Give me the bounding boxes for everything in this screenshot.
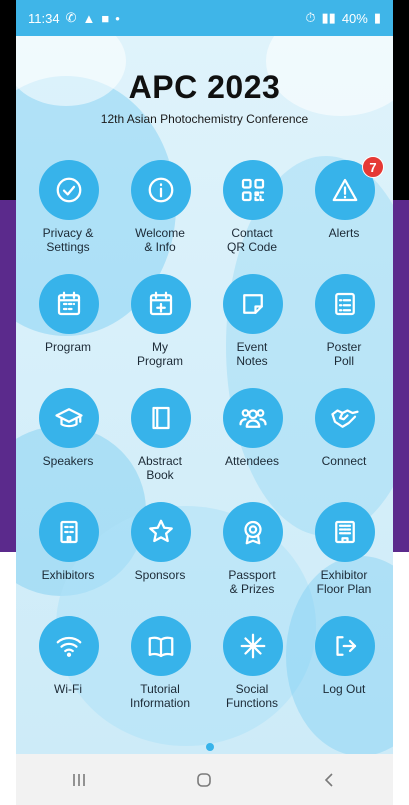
open-book-icon <box>131 616 191 676</box>
building-icon <box>39 502 99 562</box>
tile-label: Abstract Book <box>137 454 182 482</box>
info-icon <box>131 160 191 220</box>
tile-exhibitors[interactable]: Exhibitors <box>22 502 114 612</box>
tile-program[interactable]: Program <box>22 274 114 384</box>
tile-label: Exhibitor Floor Plan <box>316 568 372 596</box>
tile-label: Connect <box>321 454 367 468</box>
tile-contact-qr-code[interactable]: Contact QR Code <box>206 160 298 270</box>
sticky-note-icon <box>223 274 283 334</box>
app-home: APC 2023 12th Asian Photochemistry Confe… <box>16 36 393 754</box>
recents-button[interactable] <box>49 760 109 800</box>
tile-label: Exhibitors <box>41 568 95 582</box>
tile-label: Welcome & Info <box>135 226 185 254</box>
tile-label: Speakers <box>42 454 94 468</box>
tile-attendees[interactable]: Attendees <box>206 388 298 498</box>
tile-social-functions[interactable]: Social Functions <box>206 616 298 726</box>
ring-icon: ▲ <box>82 10 96 26</box>
list-icon <box>315 274 375 334</box>
dot-icon: • <box>115 10 120 26</box>
star-icon <box>131 502 191 562</box>
tile-my-program[interactable]: My Program <box>114 274 206 384</box>
tile-welcome-info[interactable]: Welcome & Info <box>114 160 206 270</box>
tile-label: Contact QR Code <box>226 226 278 254</box>
tile-label: Program <box>44 340 91 354</box>
tile-label: Social Functions <box>225 682 279 710</box>
calendar-grid-icon <box>39 274 99 334</box>
tile-privacy-settings[interactable]: Privacy & Settings <box>22 160 114 270</box>
alarm-icon: ⏱ <box>305 10 316 25</box>
check-circle-icon <box>39 160 99 220</box>
sparkle-icon <box>223 616 283 676</box>
tile-connect[interactable]: Connect <box>298 388 390 498</box>
tile-label: Poster Poll <box>326 340 362 368</box>
tile-speakers[interactable]: Speakers <box>22 388 114 498</box>
tile-poster-poll[interactable]: Poster Poll <box>298 274 390 384</box>
tile-passport-prizes[interactable]: Passport & Prizes <box>206 502 298 612</box>
phone-screen: 11:34 ✆ ▲ ■ • ⏱ ▮▮ 40% ▮ APC 2023 12th A… <box>16 0 393 805</box>
app-subtitle: 12th Asian Photochemistry Conference <box>100 112 309 126</box>
status-right: ⏱ ▮▮ 40% ▮ <box>305 10 381 26</box>
home-button[interactable] <box>174 760 234 800</box>
graduation-cap-icon <box>39 388 99 448</box>
whatsapp-icon: ✆ <box>65 10 77 25</box>
alerts-count-badge: 7 <box>362 156 384 178</box>
status-left: 11:34 ✆ ▲ ■ • <box>28 10 120 26</box>
tile-event-notes[interactable]: Event Notes <box>206 274 298 384</box>
tile-abstract-book[interactable]: Abstract Book <box>114 388 206 498</box>
battery-level: 40% <box>341 10 368 26</box>
tile-label: Passport & Prizes <box>228 568 276 596</box>
tile-label: Alerts <box>328 226 360 240</box>
tile-alerts[interactable]: 7 Alerts <box>298 156 390 270</box>
wifi-icon <box>39 616 99 676</box>
qr-code-icon <box>223 160 283 220</box>
tile-label: Tutorial Information <box>129 682 191 710</box>
tile-log-out[interactable]: Log Out <box>298 616 390 726</box>
tile-label: Attendees <box>224 454 280 468</box>
floor-plan-icon <box>315 502 375 562</box>
app-header: APC 2023 12th Asian Photochemistry Confe… <box>16 68 393 126</box>
android-nav-bar <box>16 754 393 805</box>
gallery-icon: ■ <box>101 10 110 26</box>
status-bar: 11:34 ✆ ▲ ■ • ⏱ ▮▮ 40% ▮ <box>16 0 393 36</box>
tile-label: Event Notes <box>236 340 268 368</box>
status-time: 11:34 <box>28 10 60 26</box>
book-icon <box>131 388 191 448</box>
back-chevron-icon <box>325 772 333 787</box>
tile-tutorial-information[interactable]: Tutorial Information <box>114 616 206 726</box>
tile-label: Privacy & Settings <box>42 226 94 254</box>
medal-icon <box>223 502 283 562</box>
app-title: APC 2023 <box>128 69 281 105</box>
tile-exhibitor-floor-plan[interactable]: Exhibitor Floor Plan <box>298 502 390 612</box>
handshake-icon <box>315 388 375 448</box>
people-icon <box>223 388 283 448</box>
tile-label: Wi-Fi <box>54 682 82 696</box>
tile-wifi[interactable]: Wi-Fi <box>22 616 114 726</box>
home-icon <box>197 772 212 787</box>
tile-label: Log Out <box>322 682 366 696</box>
signal-icon: ▮▮ <box>321 10 336 25</box>
tile-label: My Program <box>136 340 183 368</box>
tile-label: Sponsors <box>134 568 186 582</box>
recents-icon <box>73 773 85 786</box>
logout-icon <box>315 616 375 676</box>
calendar-plus-icon <box>131 274 191 334</box>
back-button[interactable] <box>300 760 360 800</box>
battery-icon: ▮ <box>373 10 381 25</box>
page-indicator-dot <box>206 743 214 751</box>
tile-sponsors[interactable]: Sponsors <box>114 502 206 612</box>
